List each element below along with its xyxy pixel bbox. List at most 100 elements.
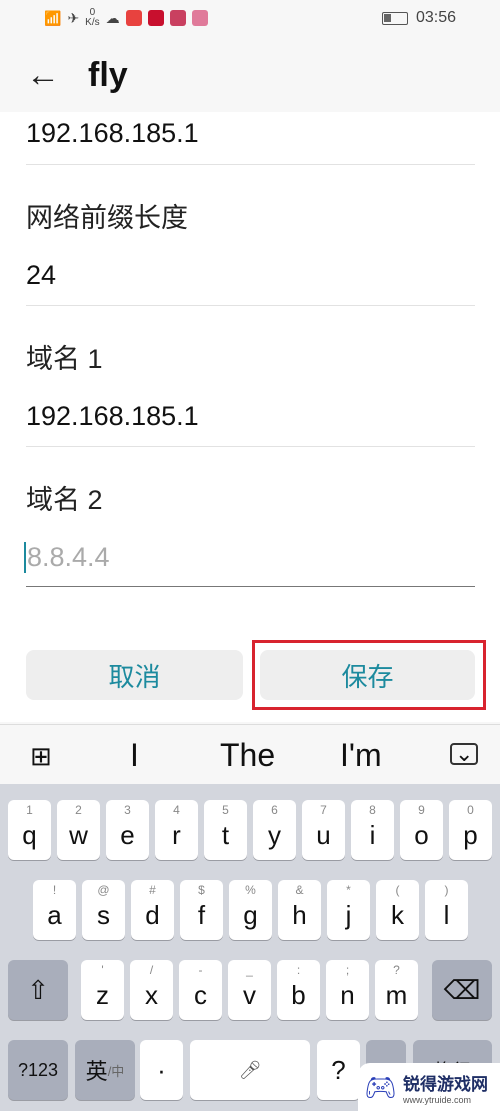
key-z[interactable]: ' z: [81, 960, 124, 1020]
key-w[interactable]: 2w: [57, 800, 100, 860]
key-g[interactable]: % g: [229, 880, 272, 940]
key-k[interactable]: (k: [376, 880, 419, 940]
divider: [26, 305, 475, 306]
key-l[interactable]: ) l: [425, 880, 468, 940]
divider: [26, 446, 475, 447]
key-label: j: [345, 899, 352, 930]
key-hint: 9: [418, 803, 425, 817]
dns1-label: 域名 1: [26, 344, 103, 374]
dns1-field[interactable]: 192.168.185.1: [26, 401, 199, 432]
hide-keyboard-icon[interactable]: ⌄: [450, 743, 479, 765]
key-label: d: [145, 899, 160, 930]
key-m[interactable]: ? m: [375, 960, 418, 1020]
suggestion-item[interactable]: I'm: [340, 737, 382, 774]
key-label: o: [414, 819, 429, 850]
battery-icon: [381, 11, 408, 25]
app-header: ← fly: [0, 40, 500, 112]
key-label: c: [194, 979, 207, 1010]
key-h[interactable]: & h: [278, 880, 321, 940]
key-v[interactable]: _ v: [228, 960, 271, 1020]
key-x[interactable]: / x: [130, 960, 173, 1020]
key-label: e: [120, 819, 135, 850]
dot-key[interactable]: ·: [140, 1040, 183, 1100]
key-label: w: [69, 819, 88, 850]
key-q[interactable]: 1q: [8, 800, 51, 860]
key-label: q: [22, 819, 37, 850]
key-f[interactable]: $ f: [180, 880, 223, 940]
watermark-name: 锐得游戏网: [403, 1074, 489, 1094]
language-sub-label: /中: [107, 1063, 125, 1079]
language-key[interactable]: 英/中: [75, 1040, 135, 1100]
key-label: f: [197, 899, 206, 930]
key-hint: $: [198, 883, 205, 897]
key-hint: &: [295, 883, 304, 897]
keyboard: ⇧ ⌫ ?123 英/中 · 🎤︎ ? ☺ 换行 1q2w3e4r5t6y7u8…: [0, 784, 500, 1111]
key-hint: 2: [75, 803, 82, 817]
key-label: i: [369, 819, 376, 850]
key-u[interactable]: 7u: [302, 800, 345, 860]
key-label: u: [316, 819, 331, 850]
app-notification-icon: [147, 10, 164, 26]
question-key[interactable]: ?: [317, 1040, 360, 1100]
gateway-field[interactable]: 192.168.185.1: [26, 118, 199, 149]
key-hint: @: [97, 883, 110, 897]
weather-icon: ☁: [105, 9, 120, 26]
key-a[interactable]: ! a: [33, 880, 76, 940]
key-hint: (: [395, 883, 400, 897]
key-hint: -: [198, 963, 203, 977]
key-hint: ): [444, 883, 449, 897]
dns2-field[interactable]: 8.8.4.4: [24, 542, 110, 573]
highlight-box: [252, 640, 486, 710]
gamepad-icon: 🎮︎: [364, 1071, 398, 1102]
app-notification-icon: [191, 10, 208, 26]
microphone-icon: 🎤︎: [238, 1059, 262, 1080]
key-o[interactable]: 9o: [400, 800, 443, 860]
prefix-length-field[interactable]: 24: [26, 260, 56, 291]
status-bar: 📶 ✈ 0 K/s ☁ 03:56: [0, 0, 500, 36]
suggestion-item[interactable]: The: [220, 737, 275, 774]
key-hint: /: [149, 963, 154, 977]
key-hint: %: [245, 883, 256, 897]
key-i[interactable]: 8i: [351, 800, 394, 860]
key-b[interactable]: :b: [277, 960, 320, 1020]
prefix-length-label: 网络前缀长度: [26, 203, 188, 233]
key-label: a: [47, 899, 62, 930]
key-label: p: [463, 819, 478, 850]
dns2-label: 域名 2: [26, 485, 103, 515]
watermark-logo: 🎮︎ 锐得游戏网 www.ytruide.com: [358, 1063, 500, 1111]
key-c[interactable]: -c: [179, 960, 222, 1020]
backspace-key[interactable]: ⌫: [432, 960, 492, 1020]
back-arrow-icon[interactable]: ←: [26, 56, 60, 95]
key-label: g: [243, 899, 258, 930]
keyboard-menu-icon[interactable]: ⊞: [30, 741, 52, 772]
key-hint: _: [246, 963, 253, 977]
key-d[interactable]: # d: [131, 880, 174, 940]
key-hint: ;: [345, 963, 350, 977]
suggestion-item[interactable]: I: [130, 737, 139, 774]
key-hint: ?: [393, 963, 400, 977]
key-label: b: [291, 979, 306, 1010]
key-label: s: [97, 899, 110, 930]
key-label: h: [292, 899, 307, 930]
key-t[interactable]: 5t: [204, 800, 247, 860]
key-hint: 5: [222, 803, 229, 817]
key-hint: #: [149, 883, 156, 897]
key-e[interactable]: 3e: [106, 800, 149, 860]
key-y[interactable]: 6y: [253, 800, 296, 860]
key-n[interactable]: ; n: [326, 960, 369, 1020]
numbers-key[interactable]: ?123: [8, 1040, 68, 1100]
key-j[interactable]: * j: [327, 880, 370, 940]
key-label: z: [96, 979, 109, 1010]
key-r[interactable]: 4r: [155, 800, 198, 860]
shift-key[interactable]: ⇧: [8, 960, 68, 1020]
language-label: 英: [85, 1059, 108, 1084]
key-label: m: [385, 979, 408, 1010]
network-settings-form: 192.168.185.1 网络前缀长度 24 域名 1 192.168.185…: [0, 112, 500, 722]
key-p[interactable]: 0p: [449, 800, 492, 860]
key-label: x: [145, 979, 158, 1010]
airplane-icon: ✈: [67, 9, 80, 26]
key-s[interactable]: @ s: [82, 880, 125, 940]
app-notification-icon: [169, 10, 186, 26]
space-key[interactable]: 🎤︎: [190, 1040, 310, 1100]
cancel-button[interactable]: 取消: [26, 650, 243, 700]
